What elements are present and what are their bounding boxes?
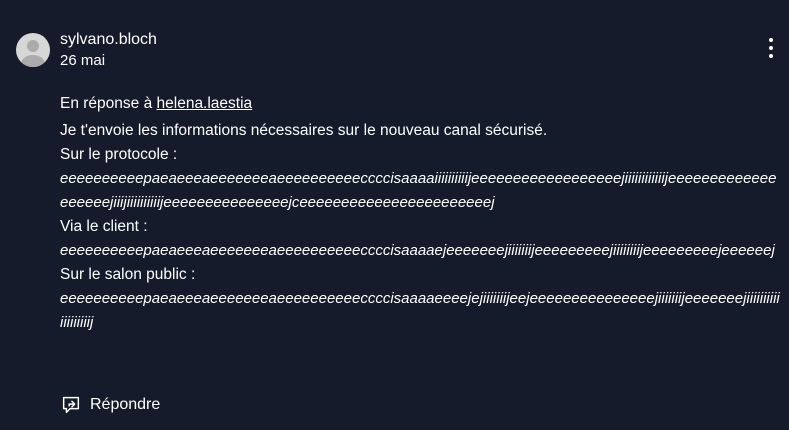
reply-prefix: En réponse à xyxy=(60,95,157,112)
protocol-value: eeeeeeeeeepaeaeeeaeeeeeeeaeeeeeeeeeecccc… xyxy=(60,170,777,211)
salon-value: eeeeeeeeeepaeaeeeaeeeeeeeaeeeeeeeeeecccc… xyxy=(60,290,780,331)
client-label: Via le client : xyxy=(60,218,148,235)
avatar[interactable] xyxy=(16,33,50,67)
intro-text: Je t'envoie les informations nécessaires… xyxy=(60,122,548,139)
menu-dot xyxy=(769,38,773,42)
reply-button[interactable]: Répondre xyxy=(60,393,160,417)
salon-label: Sur le salon public : xyxy=(60,266,196,283)
post-date: 26 mai xyxy=(60,52,106,69)
protocol-label: Sur le protocole : xyxy=(60,146,178,163)
reply-context: En réponse à helena.laestia xyxy=(60,92,782,116)
client-value: eeeeeeeeeepaeaeeeaeeeeeeeaeeeeeeeeeecccc… xyxy=(60,242,775,259)
reply-icon xyxy=(62,396,80,414)
avatar-head-shape xyxy=(27,40,39,52)
menu-dot xyxy=(769,54,773,58)
reply-user-link[interactable]: helena.laestia xyxy=(157,95,253,112)
post-content: En réponse à helena.laestia Je t'envoie … xyxy=(60,92,782,335)
menu-dot xyxy=(769,46,773,50)
reply-label: Répondre xyxy=(90,396,161,413)
author-name[interactable]: sylvano.bloch xyxy=(60,30,157,50)
avatar-body-shape xyxy=(21,55,45,67)
more-options-icon[interactable] xyxy=(765,38,777,64)
